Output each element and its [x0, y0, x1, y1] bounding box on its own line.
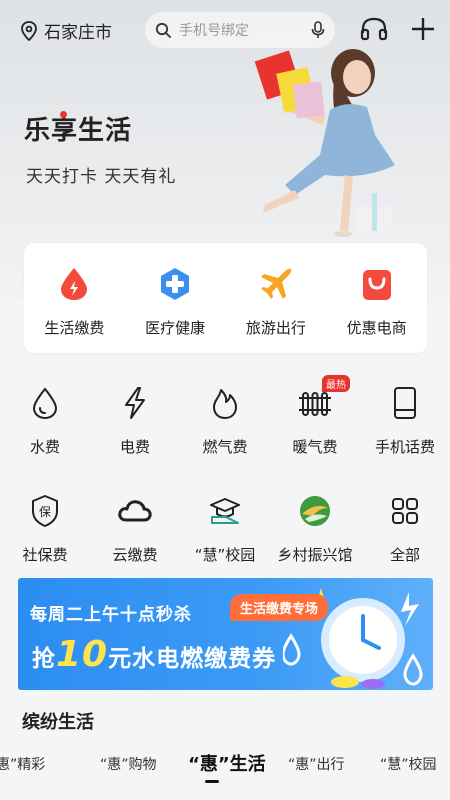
flame-icon	[213, 389, 237, 419]
service-campus[interactable]: “慧”校园	[180, 483, 270, 591]
cloud-icon	[118, 500, 152, 522]
lightning-icon	[125, 387, 145, 419]
category-ecommerce[interactable]: 优惠电商	[326, 243, 427, 353]
service-label: “慧”校园	[194, 546, 256, 564]
service-heating[interactable]: 最热 暖气费	[270, 375, 360, 483]
category-bill-payment[interactable]: 生活缴费	[24, 243, 125, 353]
hot-badge: 最热	[322, 375, 350, 392]
service-label: 水费	[29, 438, 60, 456]
tab-wonderful[interactable]: 惠”精彩	[0, 754, 45, 774]
search-placeholder: 手机号绑定	[179, 23, 249, 39]
category-travel[interactable]: 旅游出行	[226, 243, 327, 353]
banner-line2: 抢10元水电燃缴费券	[32, 634, 276, 675]
section-title: 缤纷生活	[22, 712, 94, 733]
service-label: 手机话费	[374, 438, 435, 456]
category-label: 医疗健康	[145, 319, 206, 337]
service-label: 电费	[119, 438, 150, 456]
category-label: 旅游出行	[245, 319, 306, 337]
headset-icon[interactable]	[360, 16, 388, 42]
tab-life[interactable]: “惠”生活	[188, 750, 266, 776]
svg-text:保: 保	[39, 505, 51, 519]
search-icon	[155, 22, 171, 38]
service-label: 云缴费	[112, 546, 158, 564]
graduation-icon	[210, 498, 240, 524]
service-label: 社保费	[22, 546, 68, 564]
section-tabs: 惠”精彩 “惠”购物 “惠”生活 “惠”出行 “慧”校园	[0, 748, 450, 788]
shopping-bag-icon	[362, 270, 391, 300]
microphone-icon[interactable]	[311, 21, 325, 39]
service-social-security[interactable]: 保 社保费	[0, 483, 90, 591]
banner-tag: 生活缴费专场	[230, 594, 329, 621]
bill-drop-icon	[61, 268, 88, 300]
city-selector[interactable]: 石家庄市	[20, 18, 112, 43]
banner-suffix: 元水电燃缴费券	[108, 646, 277, 672]
service-phone[interactable]: 手机话费	[360, 375, 450, 483]
shield-icon: 保	[32, 495, 58, 527]
hero-subtitle: 天天打卡 天天有礼	[26, 167, 177, 187]
top-bar: 石家庄市 手机号绑定	[0, 10, 450, 50]
hero-title-dot	[60, 111, 67, 118]
plus-icon[interactable]	[410, 16, 436, 42]
tab-travel[interactable]: “惠”出行	[288, 754, 345, 774]
village-logo-icon	[300, 496, 330, 526]
category-medical[interactable]: 医疗健康	[125, 243, 226, 353]
tab-shopping[interactable]: “惠”购物	[100, 754, 157, 774]
service-all[interactable]: 全部	[360, 483, 450, 591]
tab-campus[interactable]: “慧”校园	[380, 754, 437, 774]
category-label: 生活缴费	[44, 319, 105, 337]
service-electricity[interactable]: 电费	[90, 375, 180, 483]
location-pin-icon	[21, 20, 37, 41]
grid-all-icon	[392, 498, 418, 524]
water-drop-icon	[32, 387, 58, 420]
service-gas[interactable]: 燃气费	[180, 375, 270, 483]
service-label: 乡村振兴馆	[277, 546, 353, 564]
airplane-icon	[260, 268, 292, 299]
service-label: 全部	[389, 546, 420, 564]
service-label: 暖气费	[292, 438, 338, 456]
banner-line1: 每周二上午十点秒杀	[30, 605, 192, 625]
medical-cross-icon	[161, 268, 190, 300]
service-village[interactable]: 乡村振兴馆	[270, 483, 360, 591]
service-water[interactable]: 水费	[0, 375, 90, 483]
service-grid: 水费 电费 燃气费 最热 暖气费 手机话费 保 社保费 云缴费 “慧”校园 乡村…	[0, 375, 450, 591]
hero-illustration	[254, 49, 395, 237]
promo-banner[interactable]: 每周二上午十点秒杀 抢10元水电燃缴费券 生活缴费专场	[18, 578, 433, 690]
banner-prefix: 抢	[32, 646, 56, 672]
hero-title: 乐享生活	[24, 116, 133, 146]
service-label: 燃气费	[202, 438, 248, 456]
phone-icon	[394, 387, 416, 419]
category-card: 生活缴费 医疗健康 旅游出行 优惠电商	[24, 243, 427, 353]
city-name: 石家庄市	[44, 23, 112, 43]
search-bar[interactable]: 手机号绑定	[145, 12, 335, 48]
service-cloud-pay[interactable]: 云缴费	[90, 483, 180, 591]
active-tab-indicator	[205, 780, 219, 783]
banner-number: 10	[56, 634, 109, 675]
category-label: 优惠电商	[346, 319, 407, 337]
